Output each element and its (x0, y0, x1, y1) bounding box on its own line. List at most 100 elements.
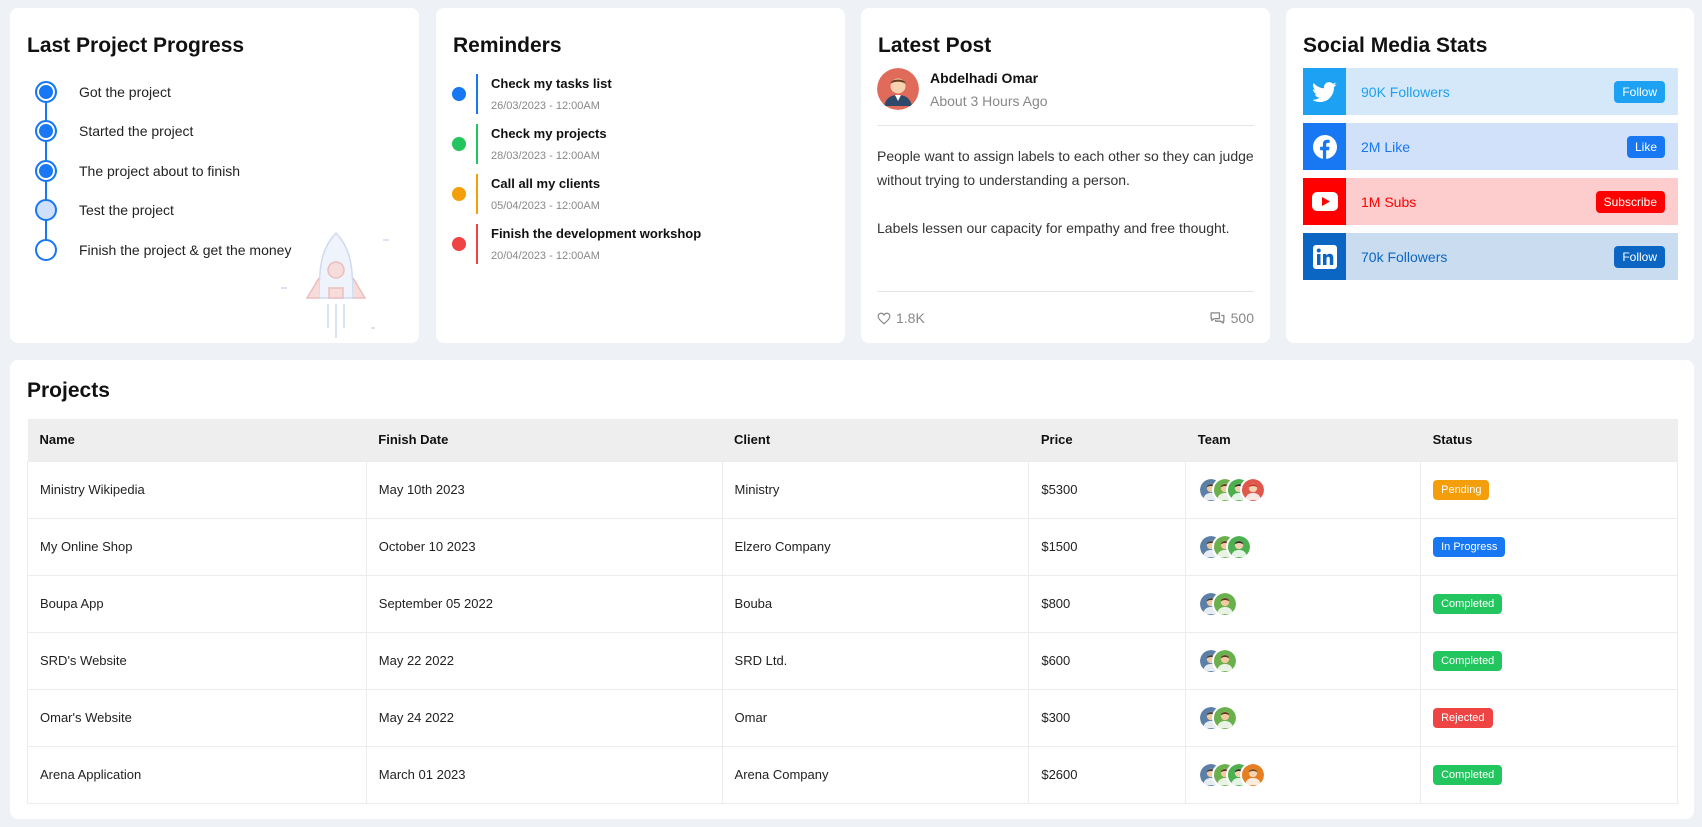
reminder-list: Check my tasks list 26/03/2023 - 12:00AM… (452, 72, 822, 272)
column-header-finish-date[interactable]: Finish Date (366, 419, 723, 461)
team-member-avatar[interactable] (1212, 704, 1239, 731)
step-label: The project about to finish (79, 162, 241, 179)
reminders-card: Reminders Check my tasks list 26/03/2023… (436, 8, 845, 343)
status-cell: In Progress (1420, 517, 1678, 576)
progress-step: Started the project (27, 112, 407, 152)
step-marker (35, 80, 57, 103)
table-row[interactable]: My Online Shop October 10 2023 Elzero Comp… (27, 517, 1678, 576)
projects-table: Name Finish Date Client Price Team Statu… (27, 419, 1678, 804)
social-stat-text: 70k Followers (1361, 248, 1448, 265)
projects-card: Projects Name Finish Date Client Price T… (10, 360, 1694, 819)
follow-button[interactable]: Follow (1614, 80, 1665, 103)
team-cell (1185, 574, 1422, 633)
status-badge: Pending (1433, 479, 1490, 500)
rocket-illustration (281, 231, 389, 338)
team-member-avatar[interactable] (1226, 533, 1253, 560)
status-badge: Completed (1433, 593, 1503, 614)
price-cell: $2600 (1028, 745, 1187, 804)
reminder-title: Check my tasks list (491, 76, 612, 91)
finish-date-cell: May 22 2022 (365, 631, 723, 690)
post-body: People want to assign labels to each oth… (877, 144, 1254, 240)
reminder-item[interactable]: Check my projects 28/03/2023 - 12:00AM (452, 122, 822, 172)
reminder-title: Call all my clients (491, 176, 601, 191)
reminder-date: 26/03/2023 - 12:00AM (491, 100, 600, 112)
team-avatars (1198, 590, 1420, 617)
column-header-client[interactable]: Client (722, 419, 1029, 461)
heart-icon (877, 312, 891, 325)
card-title: Projects (27, 379, 110, 402)
team-cell (1185, 745, 1422, 804)
client-cell: Arena Company (721, 745, 1030, 804)
table-row[interactable]: Arena Application March 01 2023 Arena Comp… (27, 745, 1678, 804)
post-author-name[interactable]: Abdelhadi Omar (930, 70, 1048, 86)
status-badge: Completed (1433, 764, 1503, 785)
reminder-item[interactable]: Check my tasks list 26/03/2023 - 12:00AM (452, 72, 822, 122)
team-cell (1185, 688, 1422, 747)
subscribe-button[interactable]: Subscribe (1595, 190, 1665, 213)
reminder-bar (476, 124, 478, 164)
finish-date-cell: October 10 2023 (365, 517, 723, 576)
latest-post-card: Latest Post Abdelhadi Omar About 3 Hours… (861, 8, 1270, 343)
team-avatars (1198, 704, 1420, 731)
status-cell: Completed (1420, 574, 1678, 633)
team-avatars (1198, 761, 1420, 788)
avatar[interactable] (877, 68, 919, 110)
facebook-icon (1303, 123, 1346, 170)
reminder-item[interactable]: Finish the development workshop 20/04/20… (452, 222, 822, 272)
progress-step: The project about to finish (27, 151, 407, 191)
step-marker (35, 120, 57, 143)
team-member-avatar[interactable] (1240, 476, 1267, 503)
team-cell (1185, 517, 1422, 576)
project-name-cell: Omar's Website (27, 688, 367, 747)
post-header: Abdelhadi Omar About 3 Hours Ago (877, 68, 1048, 110)
social-item-twitter: 90K Followers Follow (1303, 68, 1678, 115)
price-cell: $800 (1028, 574, 1187, 633)
social-stat-text: 1M Subs (1361, 193, 1417, 210)
follow-button[interactable]: Follow (1614, 245, 1665, 268)
project-name-cell: Arena Application (27, 745, 367, 804)
reminder-item[interactable]: Call all my clients 05/04/2023 - 12:00AM (452, 172, 822, 222)
team-member-avatar[interactable] (1212, 647, 1239, 674)
likes-counter[interactable]: 1.8K (877, 310, 925, 326)
table-row[interactable]: SRD's Website May 22 2022 SRD Ltd. $600 Comp… (27, 631, 1678, 690)
column-header-name[interactable]: Name (27, 419, 367, 461)
step-label: Got the project (79, 83, 171, 100)
progress-step: Got the project (27, 72, 407, 112)
divider (877, 291, 1254, 292)
step-label: Started the project (79, 123, 194, 140)
step-label: Finish the project & get the money (79, 241, 292, 258)
status-cell: Completed (1420, 745, 1678, 804)
reminder-title: Check my projects (491, 126, 607, 141)
price-cell: $300 (1028, 688, 1187, 747)
status-cell: Completed (1420, 631, 1678, 690)
reminder-bar (476, 74, 478, 114)
status-badge: Rejected (1433, 707, 1493, 728)
client-cell: Bouba (721, 574, 1030, 633)
post-footer: 1.8K 500 (877, 310, 1254, 326)
reminder-dot (452, 87, 466, 101)
column-header-price[interactable]: Price (1028, 419, 1186, 461)
column-header-team[interactable]: Team (1185, 419, 1421, 461)
post-paragraph: Labels lessen our capacity for empathy a… (877, 220, 1230, 236)
client-cell: Elzero Company (721, 517, 1030, 576)
team-avatars (1198, 476, 1420, 503)
reminder-date: 20/04/2023 - 12:00AM (491, 250, 600, 262)
twitter-icon (1303, 68, 1346, 115)
social-list: 90K Followers Follow 2M Like Like 1M Sub… (1303, 68, 1678, 288)
team-member-avatar[interactable] (1212, 590, 1239, 617)
comments-counter[interactable]: 500 (1209, 310, 1254, 326)
like-button[interactable]: Like (1626, 135, 1665, 158)
client-cell: Ministry (721, 460, 1030, 519)
team-avatars (1198, 647, 1420, 674)
reminder-title: Finish the development workshop (491, 226, 702, 241)
table-row[interactable]: Ministry Wikipedia May 10th 2023 Ministry $… (27, 460, 1678, 519)
price-cell: $1500 (1028, 517, 1187, 576)
table-row[interactable]: Boupa App September 05 2022 Bouba $800 Compl… (27, 574, 1678, 633)
team-member-avatar[interactable] (1240, 761, 1267, 788)
project-name-cell: Boupa App (27, 574, 367, 633)
card-title: Reminders (453, 34, 562, 57)
post-time: About 3 Hours Ago (930, 92, 1048, 109)
social-item-youtube: 1M Subs Subscribe (1303, 178, 1678, 225)
table-row[interactable]: Omar's Website May 24 2022 Omar $300 Rejecte… (27, 688, 1678, 747)
column-header-status[interactable]: Status (1420, 419, 1678, 461)
